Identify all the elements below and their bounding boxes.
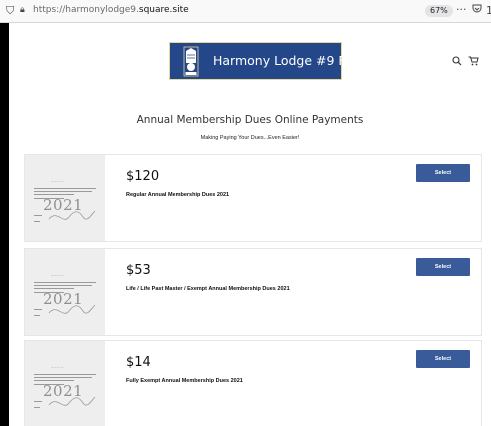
thumb-line — [34, 288, 74, 289]
thumb-line — [34, 377, 92, 378]
search-icon[interactable] — [452, 56, 462, 69]
product-image[interactable]: — — — — 2021 — [25, 249, 105, 335]
product-image[interactable]: — — — — 2021 — [25, 155, 105, 241]
url-prefix: https://harmonylodge9. — [33, 5, 139, 15]
thumb-line — [34, 285, 92, 286]
thumb-line — [34, 315, 40, 316]
thumb-line — [34, 221, 40, 222]
thumb-line — [34, 215, 42, 216]
product-card[interactable]: — — — — 2021 $53 Life / Life Past Master… — [24, 248, 482, 336]
browser-toolbar: ⛉ 🔒︎ https://harmonylodge9.square.site 6… — [0, 0, 491, 23]
web-page: Harmony Lodge #9 F.&A.M. Annual Membersh… — [9, 23, 491, 426]
product-description[interactable]: Life / Life Past Master / Exempt Annual … — [126, 286, 290, 292]
page-subtitle: Making Paying Your Dues...Even Easier! — [200, 135, 300, 141]
page-title: Annual Membership Dues Online Payments — [136, 114, 364, 126]
pocket-icon[interactable] — [472, 4, 482, 17]
product-image[interactable]: — — — — 2021 — [25, 341, 105, 426]
product-price: $53 — [126, 263, 151, 278]
shield-icon[interactable]: ⛉ — [6, 4, 14, 18]
thumb-line — [34, 380, 74, 381]
product-card[interactable]: — — — — 2021 $120 Regular Annual Members… — [24, 154, 482, 242]
signature-graphic — [48, 396, 96, 406]
thumb-line — [34, 191, 92, 192]
thumb-line — [34, 401, 42, 402]
product-card[interactable]: — — — — 2021 $14 Fully Exempt Annual Mem… — [24, 340, 482, 426]
thumb-line — [34, 188, 96, 189]
product-price: $14 — [126, 355, 151, 370]
thumb-line — [34, 194, 74, 195]
product-description[interactable]: Regular Annual Membership Dues 2021 — [126, 192, 229, 198]
thumb-heading-mark: — — — — — [51, 366, 64, 369]
site-logo[interactable]: Harmony Lodge #9 F.&A.M. — [169, 42, 384, 80]
thumb-line — [34, 282, 96, 283]
cart-icon[interactable] — [468, 56, 479, 69]
product-price: $120 — [126, 169, 160, 184]
select-button[interactable]: Select — [416, 350, 470, 368]
signature-graphic — [48, 210, 96, 220]
url-domain: square.site — [138, 5, 189, 15]
ellipsis-icon[interactable]: ··· — [456, 3, 467, 16]
lodge-emblem-icon — [183, 46, 199, 77]
thumb-line — [34, 374, 96, 375]
select-button[interactable]: Select — [416, 164, 470, 182]
product-description[interactable]: Fully Exempt Annual Membership Dues 2021 — [126, 378, 243, 384]
lock-icon[interactable]: 🔒︎ — [20, 5, 25, 15]
select-button[interactable]: Select — [416, 258, 470, 276]
thumb-heading-mark: — — — — — [51, 274, 64, 277]
thumb-line — [34, 407, 40, 408]
thumb-line — [34, 309, 42, 310]
signature-graphic — [48, 304, 96, 314]
site-title: Harmony Lodge #9 F.&A.M. — [213, 53, 385, 68]
url-bar[interactable]: https://harmonylodge9.square.site — [33, 5, 189, 15]
zoom-indicator[interactable]: 67% — [425, 5, 453, 17]
thumb-heading-mark: — — — — — [51, 180, 64, 183]
more-tools-icon[interactable]: 1 — [486, 4, 491, 17]
